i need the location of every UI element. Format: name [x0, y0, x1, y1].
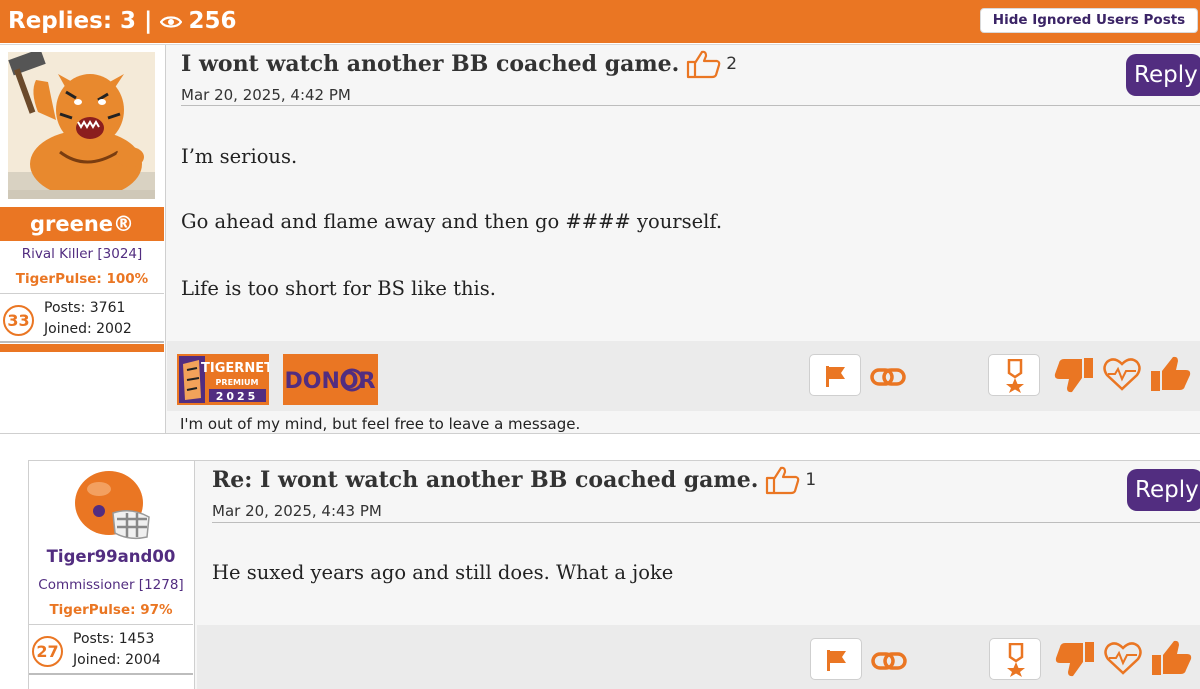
report-button[interactable]: [809, 354, 861, 396]
post-2: Tiger99and00 Commissioner [1278] TigerPu…: [28, 460, 1200, 689]
tigernet-year: 2025: [216, 390, 259, 403]
report-button[interactable]: [810, 638, 862, 680]
stats-separator: |: [144, 8, 153, 34]
eye-icon: [160, 16, 183, 28]
like-count: 1: [805, 470, 817, 490]
title-rule: [212, 522, 1200, 523]
views-count: 256: [188, 8, 237, 34]
clemson-helmet-avatar[interactable]: [69, 467, 153, 543]
sidebar-divider: [0, 341, 164, 343]
thumbs-down-icon[interactable]: [1054, 356, 1094, 394]
donor-label: DONOR: [284, 369, 375, 394]
post-title-row: I wont watch another BB coached game. 2: [181, 49, 737, 79]
title-rule: [181, 105, 1200, 106]
user-stats: 27 Posts: 1453 Joined: 2004: [29, 624, 193, 670]
level-badge: 27: [32, 636, 63, 667]
user-rank: Rival Killer [3024]: [21, 246, 143, 262]
user-signature: I'm out of my mind, but feel free to lea…: [180, 415, 581, 433]
sidebar-stripe: [0, 344, 164, 352]
tigernet-premium-badge[interactable]: TIGERNET PREMIUM 2025: [177, 354, 269, 405]
tiger-avatar[interactable]: [8, 52, 155, 199]
link-icon[interactable]: [870, 367, 906, 387]
post-date: Mar 20, 2025, 4:43 PM: [212, 502, 382, 520]
reply-button[interactable]: Reply: [1126, 54, 1200, 96]
flag-icon: [827, 650, 846, 671]
topic-header-bar: Replies: 3 | 256 Hide Ignored Users Post…: [0, 0, 1200, 43]
post-count: Posts: 1453: [73, 631, 155, 647]
user-rank: Commissioner [1278]: [38, 577, 184, 593]
author-sidebar: Tiger99and00 Commissioner [1278] TigerPu…: [29, 461, 195, 689]
post-body-line-2: Go ahead and flame away and then go ####…: [181, 210, 723, 233]
post-1: greene® Rival Killer [3024] TigerPulse: …: [0, 44, 1200, 434]
topic-stats: Replies: 3 | 256: [8, 6, 236, 36]
thumbs-up-icon[interactable]: [764, 465, 800, 495]
user-stats: 33 Posts: 3761 Joined: 2002: [0, 293, 164, 339]
post-body-line-3: Life is too short for BS like this.: [181, 277, 496, 300]
flag-icon: [826, 366, 845, 387]
stat-lines: Posts: 3761 Joined: 2002: [44, 298, 132, 340]
post-body-line-1: He suxed years ago and still does. What …: [212, 561, 674, 584]
author-sidebar: greene® Rival Killer [3024] TigerPulse: …: [0, 45, 166, 433]
award-button[interactable]: [988, 354, 1040, 396]
post-action-bar: [197, 625, 1200, 689]
sidebar-divider: [29, 673, 193, 675]
post-title-row: Re: I wont watch another BB coached game…: [212, 465, 816, 495]
tigerpulse: TigerPulse: 100%: [15, 271, 149, 287]
post-body-line-1: I’m serious.: [181, 145, 298, 168]
thumbs-up-filled-icon[interactable]: [1151, 639, 1193, 677]
medal-icon: [1006, 359, 1024, 393]
post-title: I wont watch another BB coached game.: [181, 51, 680, 77]
thumbs-down-icon[interactable]: [1055, 640, 1095, 678]
level-badge: 33: [3, 305, 34, 336]
award-button[interactable]: [989, 638, 1041, 680]
post-date: Mar 20, 2025, 4:42 PM: [181, 86, 351, 104]
hide-ignored-users-button[interactable]: Hide Ignored Users Posts: [980, 8, 1198, 33]
link-icon[interactable]: [871, 651, 907, 671]
tigerpulse: TigerPulse: 97%: [49, 602, 173, 618]
username[interactable]: Tiger99and00: [29, 547, 193, 566]
joined-year: Joined: 2002: [44, 321, 132, 337]
thumbs-up-filled-icon[interactable]: [1150, 355, 1192, 393]
post-count: Posts: 3761: [44, 300, 126, 316]
tigernet-sub: PREMIUM: [216, 378, 259, 387]
medal-icon: [1007, 643, 1025, 677]
post-title: Re: I wont watch another BB coached game…: [212, 467, 759, 493]
replies-count: Replies: 3: [8, 8, 137, 34]
heart-icon[interactable]: [1104, 641, 1142, 675]
joined-year: Joined: 2004: [73, 652, 161, 668]
stat-lines: Posts: 1453 Joined: 2004: [73, 629, 161, 671]
heart-icon[interactable]: [1103, 357, 1141, 391]
username[interactable]: greene®: [0, 207, 164, 241]
donor-badge[interactable]: DONOR: [283, 354, 378, 405]
reply-button[interactable]: Reply: [1127, 469, 1200, 511]
like-count: 2: [726, 54, 738, 74]
thumbs-up-icon[interactable]: [685, 49, 721, 79]
tigernet-title: TIGERNET: [201, 361, 269, 376]
